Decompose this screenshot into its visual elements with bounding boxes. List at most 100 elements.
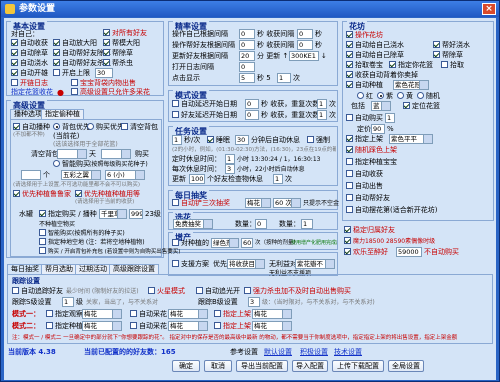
water-num[interactable]: 999 (129, 209, 143, 219)
level-select[interactable]: 五彩之翼 (61, 170, 101, 180)
strong-bug-check[interactable]: 强力杀虫加不及时自动出售购买 (244, 287, 351, 296)
schedule-input[interactable]: 1 (225, 154, 235, 164)
auto-harvest-check[interactable]: 自动收获 (11, 39, 48, 48)
flower-type-select[interactable]: 紫色花冠 (393, 80, 429, 90)
level-b-input[interactable]: 3 (248, 297, 260, 307)
flower-weed-check[interactable]: 自动给自己除草 (346, 51, 404, 60)
mode1-list-select[interactable]: 梅花 (252, 309, 292, 319)
smart-buy-radio[interactable]: 智能购买 (53, 160, 90, 169)
level-a-input[interactable]: 1 (62, 297, 74, 307)
mode2-list-select[interactable]: 梅花 (252, 321, 292, 331)
import-config-button[interactable]: 导入配置 (292, 360, 328, 372)
joy-input[interactable]: 59000 (396, 247, 422, 257)
locate-basket-check[interactable]: 定位花篮 (403, 102, 440, 111)
bag-first-radio[interactable]: 背包优先 (53, 123, 90, 132)
color-yellow-radio[interactable]: 黄 (397, 92, 413, 101)
flower-pick2-check[interactable]: 拾取 (441, 61, 464, 70)
log-interval-input[interactable]: 0 (239, 62, 255, 72)
self-delay-check[interactable]: 自动延迟开始日期 (172, 100, 237, 109)
mode1-pick-select[interactable]: 梅花 (168, 309, 208, 319)
limit-input[interactable]: 30 (95, 68, 113, 78)
help-sun-check[interactable]: 帮模大阳 (103, 39, 140, 48)
friend-interval-input[interactable]: 0 (239, 40, 255, 50)
mode2-list-check[interactable]: 指定上架 (214, 322, 251, 331)
close-button[interactable]: × (482, 3, 496, 15)
water-buy-check[interactable]: 指定购买 / 播种 (39, 210, 97, 219)
update-interval-input[interactable]: 20 (239, 51, 255, 61)
default-link[interactable]: 默认设置 (264, 348, 292, 357)
all-friends-check[interactable]: 对所有好友 (103, 29, 147, 38)
color-random-radio[interactable]: 随机 (417, 92, 440, 101)
tab-steal[interactable]: 指定偷种植 (41, 109, 84, 119)
flower-water-check[interactable]: 自动给自己浇水 (346, 41, 404, 50)
cancel-button[interactable]: 取消 (204, 360, 232, 372)
auto-place-check[interactable]: 自动摆花第(适合新开花坊) (346, 206, 437, 215)
help-bug-check[interactable]: 帮杀虫 (103, 59, 133, 68)
multi-pick-check[interactable]: 高级设置只允许多采花 (71, 88, 150, 97)
plant-baby-check[interactable]: 指定种植宝宝 (346, 158, 397, 167)
color-red-radio[interactable]: 红 (357, 92, 373, 101)
mode2-plant-select[interactable]: 梅花 (82, 321, 122, 331)
mode1-pick-check[interactable]: 自动采花 (130, 310, 167, 319)
sleep-input[interactable]: 30 (235, 135, 249, 145)
auto-water-check[interactable]: 自动浇水 (11, 59, 48, 68)
friend-delay-check[interactable]: 好友延迟开始日期 (172, 111, 237, 120)
fertilizer-select[interactable]: 绿色剂 (211, 238, 239, 248)
tab-expired[interactable]: 过期活动 (75, 264, 111, 274)
auto-buy-input[interactable]: 1 (385, 113, 395, 123)
support-check[interactable]: 支援方案 (172, 260, 209, 269)
bag-sell-check[interactable]: 宝宝背袋内物出售 (71, 79, 136, 88)
buy-select[interactable] (101, 149, 131, 159)
mars-check[interactable]: 火星模式 (148, 287, 185, 296)
task-num-input[interactable]: 1 (172, 135, 182, 145)
flower-sell-check[interactable]: 收获自动背着你卖掉 (346, 71, 418, 80)
note-3-check[interactable]: 指定种地空地 (注：若将空地种植物) (39, 238, 145, 247)
auto-light-check[interactable]: 自动追光开 (196, 287, 240, 296)
mode1-list-check[interactable]: 指定上架 (214, 310, 251, 319)
flower-help-water-check[interactable]: 帮好浇水 (433, 41, 470, 50)
flower-pick-check[interactable]: 拾取卷宝 (346, 61, 383, 70)
friend-harvest-input[interactable]: 0 (297, 40, 313, 50)
note-4-check[interactable]: 购买 / 开启背包补充包 (若设置中则为自购买出售要买) (39, 247, 180, 257)
level-val-select[interactable]: 6 (小) (105, 170, 145, 180)
limit-check[interactable]: 开启上限 (53, 69, 90, 78)
auto-open-check[interactable]: 自动开雄 (11, 69, 48, 78)
random-list-check[interactable]: 随机踩色上架 (346, 146, 397, 155)
stable-friend-check[interactable]: 稳定归属好友 (344, 226, 395, 235)
daily-auto-check[interactable]: 自动铲三次抽奖 (172, 199, 230, 208)
note-2-check[interactable]: 智能购买(按照所有的种子买) (39, 229, 125, 238)
auto-buy-check[interactable]: 自动购买 (346, 114, 383, 123)
list-select[interactable]: 紫色平平 (389, 134, 433, 144)
daily-count-select[interactable]: 60 次数 (273, 198, 301, 208)
mode2-pick-check[interactable]: 自动采花 (130, 322, 167, 331)
mode2-pick-select[interactable]: 梅花 (168, 321, 208, 331)
pick-num-input[interactable]: 0 (255, 219, 267, 229)
update-value-input[interactable]: 300KE1 (289, 51, 319, 61)
daily-flower-select[interactable]: 梅花 (245, 198, 271, 208)
pick-qty-input[interactable]: 1 (301, 219, 313, 229)
upload-download-button[interactable]: 上传下载配置 (332, 360, 384, 372)
auto-sell2-check[interactable]: 自动出售 (346, 182, 383, 191)
friend-repeat-input[interactable]: 1 (317, 110, 327, 120)
clear-bag-check[interactable]: 清空背包 (121, 123, 158, 132)
mode1-observe-select[interactable]: 梅花 (82, 309, 122, 319)
click-count-input[interactable]: 1 (277, 73, 291, 83)
flower-help-weed-check[interactable]: 帮除草 (433, 51, 463, 60)
open-log-check[interactable]: 开链日志 (11, 79, 48, 88)
flower-op-check[interactable]: 操作花坊 (346, 31, 383, 40)
include-select[interactable]: 蓝 (371, 101, 391, 111)
price-input[interactable]: 90 (371, 124, 385, 134)
mode2-plant-check[interactable]: 指定种植 (46, 322, 83, 331)
update-count-input[interactable]: 100 (189, 174, 205, 184)
down-arrow[interactable]: ↓ (321, 52, 327, 61)
force-check[interactable]: 强制 (307, 136, 330, 145)
sleep-check[interactable]: 睡眠 (207, 136, 230, 145)
days-select[interactable] (57, 149, 87, 159)
ok-button[interactable]: 确定 (172, 360, 200, 372)
joy-check[interactable]: 欢乐至醉好 (344, 248, 388, 257)
color-purple-radio[interactable]: 紫 (377, 92, 393, 101)
list-check[interactable]: 指定上架 (346, 135, 383, 144)
friend-delay-input[interactable]: 0 (245, 110, 259, 120)
auto-sun-check[interactable]: 自动放大阳 (53, 39, 97, 48)
flower-autoplant-check[interactable]: 自动种植 (346, 81, 383, 90)
